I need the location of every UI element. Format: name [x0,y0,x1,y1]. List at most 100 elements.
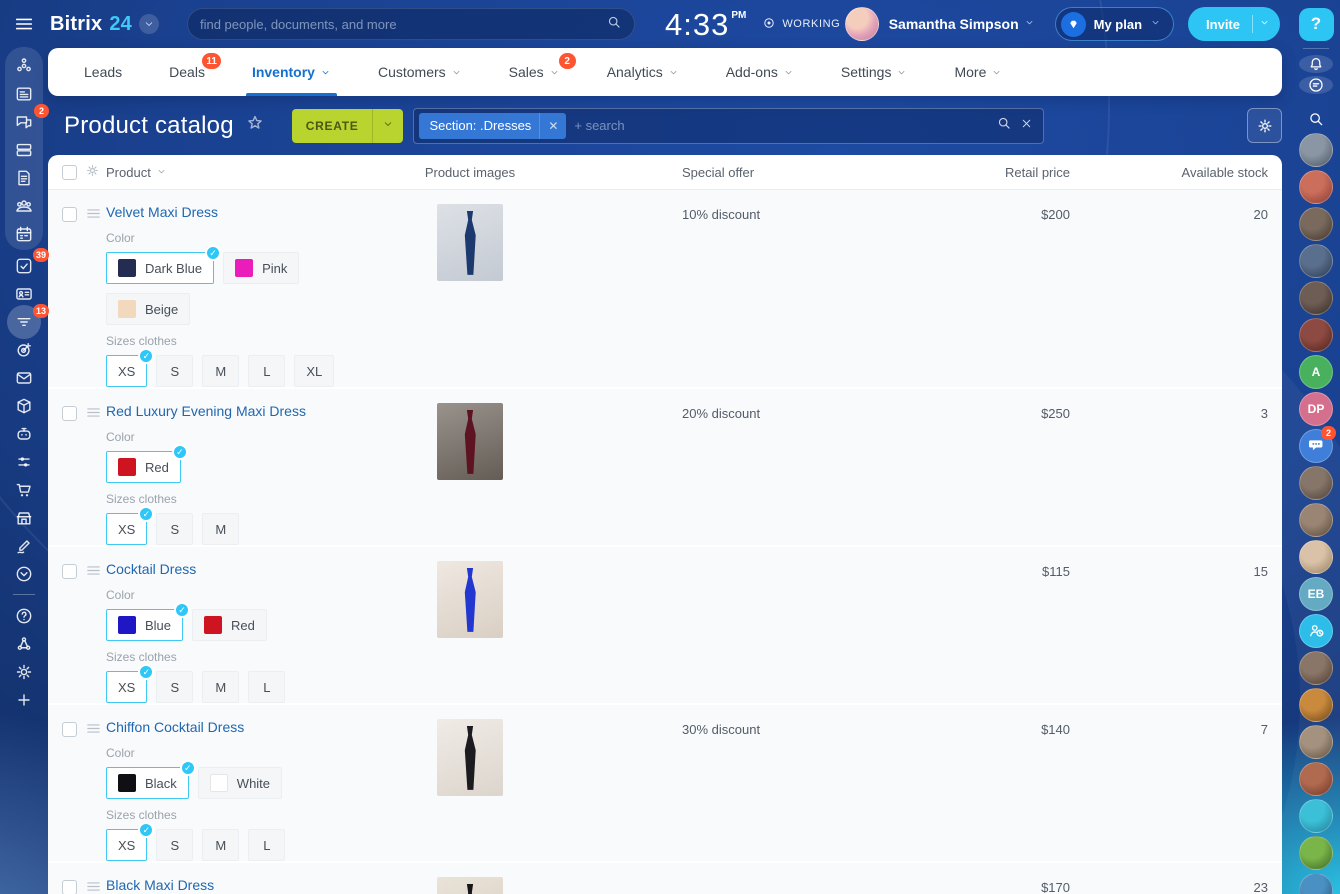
column-available-stock[interactable]: Available stock [1096,165,1282,180]
filter-search-input[interactable] [574,118,988,133]
product-link[interactable]: Black Maxi Dress [106,877,214,893]
logo-chevron-icon[interactable] [139,14,159,34]
user-avatar-photo[interactable] [1299,799,1333,833]
sidebar-item-mail[interactable] [7,367,41,388]
row-menu-icon[interactable] [85,404,102,421]
product-link[interactable]: Red Luxury Evening Maxi Dress [106,403,306,419]
grid-settings-button[interactable] [1247,108,1282,143]
tab-deals[interactable]: Deals11 [169,48,205,96]
user-avatar-photo[interactable] [1299,540,1333,574]
size-chip[interactable]: L [248,355,285,387]
sidebar-item-tasks[interactable]: 39 [7,255,41,276]
sidebar-item-cube[interactable] [7,395,41,416]
size-chip[interactable]: S [156,829,193,861]
sidebar-item-gear[interactable] [7,661,41,682]
user-avatar-photo[interactable] [1299,466,1333,500]
filter-search-icon[interactable] [996,115,1012,136]
working-status[interactable]: WORKING [762,16,840,33]
tab-customers[interactable]: Customers [378,48,462,96]
color-chip[interactable]: White [198,767,282,799]
row-checkbox[interactable] [62,406,77,421]
user-avatar-photo[interactable] [1299,207,1333,241]
size-chip[interactable]: S [156,355,193,387]
sidebar-item-sliders[interactable] [7,451,41,472]
row-checkbox[interactable] [62,722,77,737]
color-chip[interactable]: Black✓ [106,767,189,799]
user-avatar[interactable] [845,7,879,41]
filter-chip-remove-icon[interactable]: ✕ [539,113,566,139]
sidebar-item-question[interactable] [7,605,41,626]
work-clock[interactable]: 4:33 PM [665,9,746,40]
user-avatar-initials[interactable]: A [1299,355,1333,389]
tab-more[interactable]: More [954,48,1002,96]
product-link[interactable]: Velvet Maxi Dress [106,204,218,220]
tab-add-ons[interactable]: Add-ons [726,48,794,96]
user-name[interactable]: Samantha Simpson [889,16,1019,32]
group-chat-avatar[interactable]: 2 [1299,429,1333,463]
tab-analytics[interactable]: Analytics [607,48,679,96]
user-avatar-photo[interactable] [1299,762,1333,796]
user-avatar-photo[interactable] [1299,244,1333,278]
user-avatar-initials[interactable]: EB [1299,577,1333,611]
user-avatar-photo[interactable] [1299,318,1333,352]
bell-button[interactable] [1299,55,1333,73]
sidebar-item-target[interactable] [7,339,41,360]
menu-toggle-icon[interactable] [13,13,35,38]
create-button[interactable]: CREATE [292,109,404,143]
product-image[interactable] [437,719,503,796]
product-image[interactable] [437,561,503,638]
filter-chip-section[interactable]: Section: .Dresses ✕ [419,113,566,139]
sidebar-item-cart[interactable] [7,479,41,500]
invite-button[interactable]: Invite [1188,7,1280,41]
user-avatar-initials[interactable]: DP [1299,392,1333,426]
size-chip[interactable]: XS✓ [106,671,147,703]
tab-leads[interactable]: Leads [84,48,122,96]
product-image[interactable] [437,877,503,894]
row-checkbox[interactable] [62,207,77,222]
sidebar-item-nodes[interactable] [7,633,41,654]
size-chip[interactable]: S [156,671,193,703]
sidebar-item-funnel[interactable]: 13 [7,311,41,332]
size-chip[interactable]: XS✓ [106,829,147,861]
tab-inventory[interactable]: Inventory [252,48,331,96]
sidebar-item-plus[interactable] [7,689,41,710]
user-avatar-photo[interactable] [1299,836,1333,870]
tab-settings[interactable]: Settings [841,48,908,96]
sidebar-item-users[interactable] [7,195,41,216]
user-avatar-photo[interactable] [1299,873,1333,894]
row-menu-icon[interactable] [85,205,102,222]
global-search-input[interactable] [200,17,606,32]
size-chip[interactable]: M [202,355,239,387]
filter-bar[interactable]: Section: .Dresses ✕ [413,108,1044,144]
invite-chevron-icon[interactable] [1253,15,1280,33]
sidebar-item-contact-card[interactable] [7,283,41,304]
column-special-offer[interactable]: Special offer [576,165,866,180]
sidebar-item-calendar[interactable] [7,223,41,244]
user-avatar-photo[interactable] [1299,503,1333,537]
row-menu-icon[interactable] [85,562,102,579]
row-menu-icon[interactable] [85,878,102,894]
size-chip[interactable]: L [248,671,285,703]
row-checkbox[interactable] [62,880,77,894]
sidebar-item-bot[interactable] [7,423,41,444]
global-search[interactable] [187,8,635,40]
size-chip[interactable]: M [202,671,239,703]
color-chip[interactable]: Red✓ [106,451,181,483]
search-icon[interactable] [606,14,622,35]
user-avatar-photo[interactable] [1299,170,1333,204]
column-product[interactable]: Product [106,165,364,180]
chat-lines-button[interactable] [1299,76,1333,94]
filter-clear-icon[interactable] [1020,117,1033,135]
user-chevron-icon[interactable] [1024,15,1035,33]
color-chip[interactable]: Beige [106,293,190,325]
user-avatar-photo[interactable] [1299,281,1333,315]
size-chip[interactable]: XS✓ [106,513,147,545]
favorite-star-icon[interactable] [245,113,265,138]
color-chip[interactable]: Pink [223,252,299,284]
columns-gear-icon[interactable] [85,163,100,181]
sidebar-item-store[interactable] [7,507,41,528]
select-all-checkbox[interactable] [62,165,77,180]
bitrix24-logo[interactable]: Bitrix24 [50,13,159,36]
create-chevron-icon[interactable] [373,117,403,135]
product-link[interactable]: Cocktail Dress [106,561,196,577]
